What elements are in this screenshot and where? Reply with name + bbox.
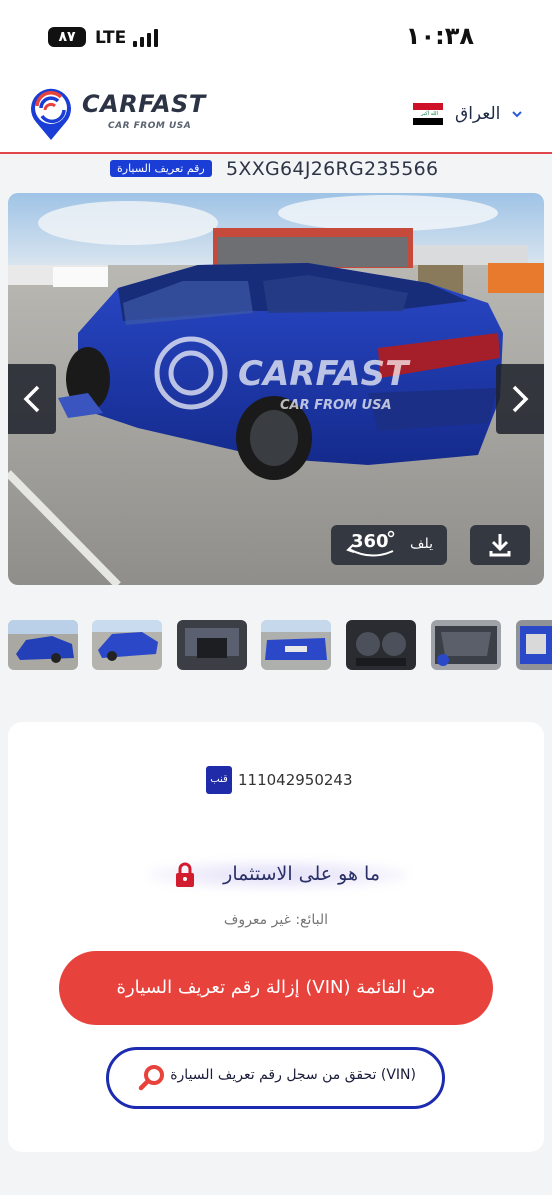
carfast-logo-icon[interactable] [28, 86, 74, 142]
signal-icon [133, 29, 163, 47]
brand-name[interactable]: CARFAST [82, 90, 206, 118]
brand-tagline: CAR FROM USA [108, 121, 192, 131]
chevron-down-icon[interactable] [511, 108, 523, 120]
lock-icon [176, 862, 194, 887]
view-360-button[interactable]: 360 يلف [331, 525, 447, 565]
network-type: LTE [95, 28, 127, 48]
thumbnail-7[interactable] [516, 620, 552, 670]
thumbnail-1[interactable] [8, 620, 78, 670]
status-bar: ٨٧ LTE ١٠:٣٨ [0, 0, 552, 76]
vin-number[interactable]: 5XXG64J26RG235566 [226, 158, 438, 180]
prev-photo-button[interactable] [8, 364, 56, 434]
watermark-tagline: CAR FROM USA [280, 398, 392, 413]
thumbnail-4[interactable] [261, 620, 331, 670]
chevron-left-icon [23, 385, 40, 413]
spin-label: يلف [409, 536, 433, 552]
download-icon [489, 534, 511, 557]
app-header: CARFAST CAR FROM USA الله أكبر العراق [0, 76, 552, 154]
watermark-brand: CARFAST [238, 354, 411, 394]
vin-history-button[interactable]: تحقق من سجل رقم تعريف السيارة (VIN) [106, 1047, 445, 1109]
vin-history-label: تحقق من سجل رقم تعريف السيارة (VIN) [170, 1067, 416, 1083]
search-icon [138, 1065, 164, 1091]
vin-badge: رقم تعريف السيارة [110, 160, 212, 177]
iraq-flag-icon[interactable]: الله أكبر [413, 103, 443, 125]
thumbnail-strip [0, 620, 552, 672]
lot-number: 111042950243 [238, 771, 353, 789]
main-car-photo[interactable]: CARFAST CAR FROM USA 360 يلف [8, 193, 544, 585]
vehicle-info-card: قنب 111042950243 ما هو على الاستثمار الب… [8, 722, 544, 1152]
clock: ١٠:٣٨ [405, 22, 474, 50]
investment-row[interactable]: ما هو على الاستثمار [148, 854, 408, 894]
lot-badge: قنب [206, 766, 232, 794]
car-photo-image: CARFAST CAR FROM USA [8, 193, 544, 585]
thumbnail-5[interactable] [346, 620, 416, 670]
360-rotate-icon: 360 [346, 530, 395, 557]
battery-indicator: ٨٧ [48, 27, 86, 47]
bottom-spacer [0, 1165, 552, 1195]
country-selector[interactable]: العراق [455, 104, 500, 124]
vin-row: رقم تعريف السيارة 5XXG64J26RG235566 [0, 154, 552, 188]
download-button[interactable] [470, 525, 530, 565]
thumbnail-3[interactable] [177, 620, 247, 670]
svg-text:360: 360 [351, 531, 389, 552]
thumbnail-6[interactable] [431, 620, 501, 670]
investment-label: ما هو على الاستثمار [223, 863, 380, 885]
chevron-right-icon [512, 385, 529, 413]
lot-row: قنب 111042950243 [8, 766, 544, 796]
next-photo-button[interactable] [496, 364, 544, 434]
remove-vin-button[interactable]: إزالة رقم تعريف السيارة (VIN) من القائمة [59, 951, 493, 1025]
seller-info: البائع: غير معروف [223, 912, 329, 928]
thumbnail-2[interactable] [92, 620, 162, 670]
